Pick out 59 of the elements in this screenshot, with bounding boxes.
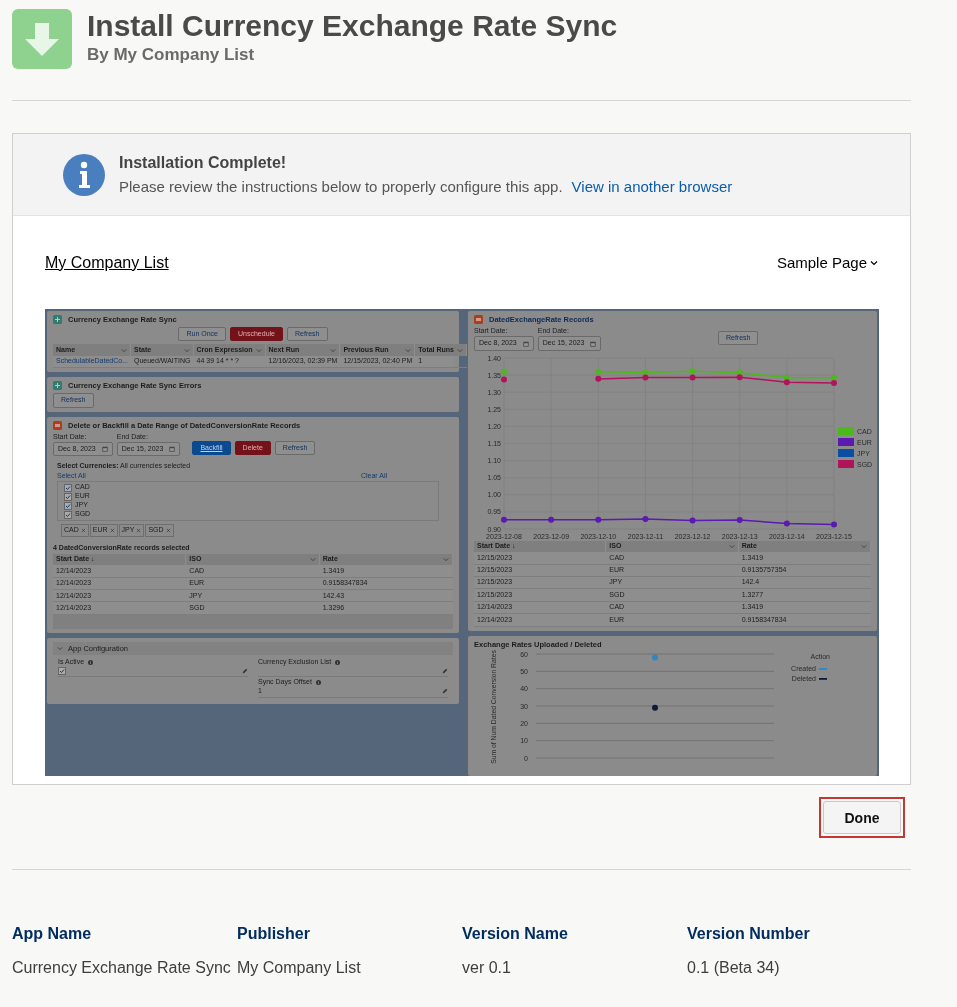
chevron-down-icon — [870, 259, 878, 266]
calendar-icon[interactable] — [169, 446, 176, 453]
detail-value: ver 0.1 — [462, 959, 512, 977]
banner-title: Installation Complete! — [119, 154, 288, 172]
pencil-icon[interactable] — [242, 667, 248, 674]
publisher-subtitle: By My Company List — [87, 45, 256, 65]
chevron-down-icon[interactable] — [255, 347, 262, 353]
currency-checkbox[interactable] — [64, 492, 72, 501]
legend-swatch — [838, 437, 854, 446]
pencil-icon[interactable] — [442, 688, 448, 695]
legend-swatch — [819, 677, 827, 680]
pencil-icon[interactable] — [442, 667, 448, 674]
app-icon — [53, 420, 62, 430]
chevron-down-icon[interactable] — [861, 543, 867, 549]
currency-checkbox[interactable] — [64, 483, 72, 492]
info-icon — [63, 153, 105, 196]
chevron-down-icon[interactable] — [183, 347, 190, 353]
chevron-down-icon[interactable] — [121, 347, 127, 353]
download-icon — [12, 9, 72, 69]
chevron-down-icon[interactable] — [57, 645, 63, 651]
legend-swatch — [838, 459, 854, 468]
chevron-down-icon[interactable] — [443, 557, 449, 563]
page-title: Install Currency Exchange Rate Sync — [87, 9, 618, 43]
app-icon — [53, 381, 62, 391]
detail-value: My Company List — [237, 959, 362, 977]
detail-heading: Version Name — [462, 925, 569, 943]
chevron-down-icon[interactable] — [309, 557, 316, 563]
done-button[interactable]: Done — [823, 801, 901, 834]
app-icon — [53, 315, 62, 324]
calendar-icon[interactable] — [590, 340, 597, 347]
chevron-down-icon[interactable] — [728, 543, 735, 549]
chevron-down-icon[interactable] — [405, 347, 412, 353]
legend-swatch — [819, 667, 827, 670]
banner-message: Please review the instructions below to properly configure this app. — [119, 178, 563, 195]
close-icon[interactable] — [165, 527, 171, 533]
legend-swatch — [838, 426, 854, 435]
legend-swatch — [838, 448, 854, 457]
close-icon[interactable] — [109, 527, 115, 533]
active-checkbox[interactable] — [58, 666, 66, 675]
detail-value: 0.1 (Beta 34) — [687, 959, 781, 977]
calendar-icon[interactable] — [522, 340, 529, 347]
detail-heading: App Name — [12, 925, 93, 943]
info-icon — [88, 659, 94, 665]
currency-checkbox[interactable] — [64, 510, 72, 519]
chevron-down-icon[interactable] — [457, 347, 463, 353]
detail-value: Currency Exchange Rate Sync — [12, 959, 232, 977]
close-icon[interactable] — [80, 527, 86, 533]
close-icon[interactable] — [136, 527, 142, 533]
detail-heading: Publisher — [237, 925, 311, 943]
chevron-down-icon[interactable] — [330, 347, 337, 353]
app-icon — [474, 315, 483, 324]
page-menu[interactable]: Sample Page — [776, 254, 878, 271]
detail-heading: Version Number — [687, 925, 811, 943]
info-icon — [315, 679, 321, 685]
currency-checkbox[interactable] — [64, 501, 72, 510]
calendar-icon[interactable] — [101, 446, 108, 453]
browser-link[interactable]: View in another browser — [571, 178, 733, 195]
info-icon — [335, 659, 341, 665]
company-link[interactable]: My Company List — [45, 253, 169, 272]
